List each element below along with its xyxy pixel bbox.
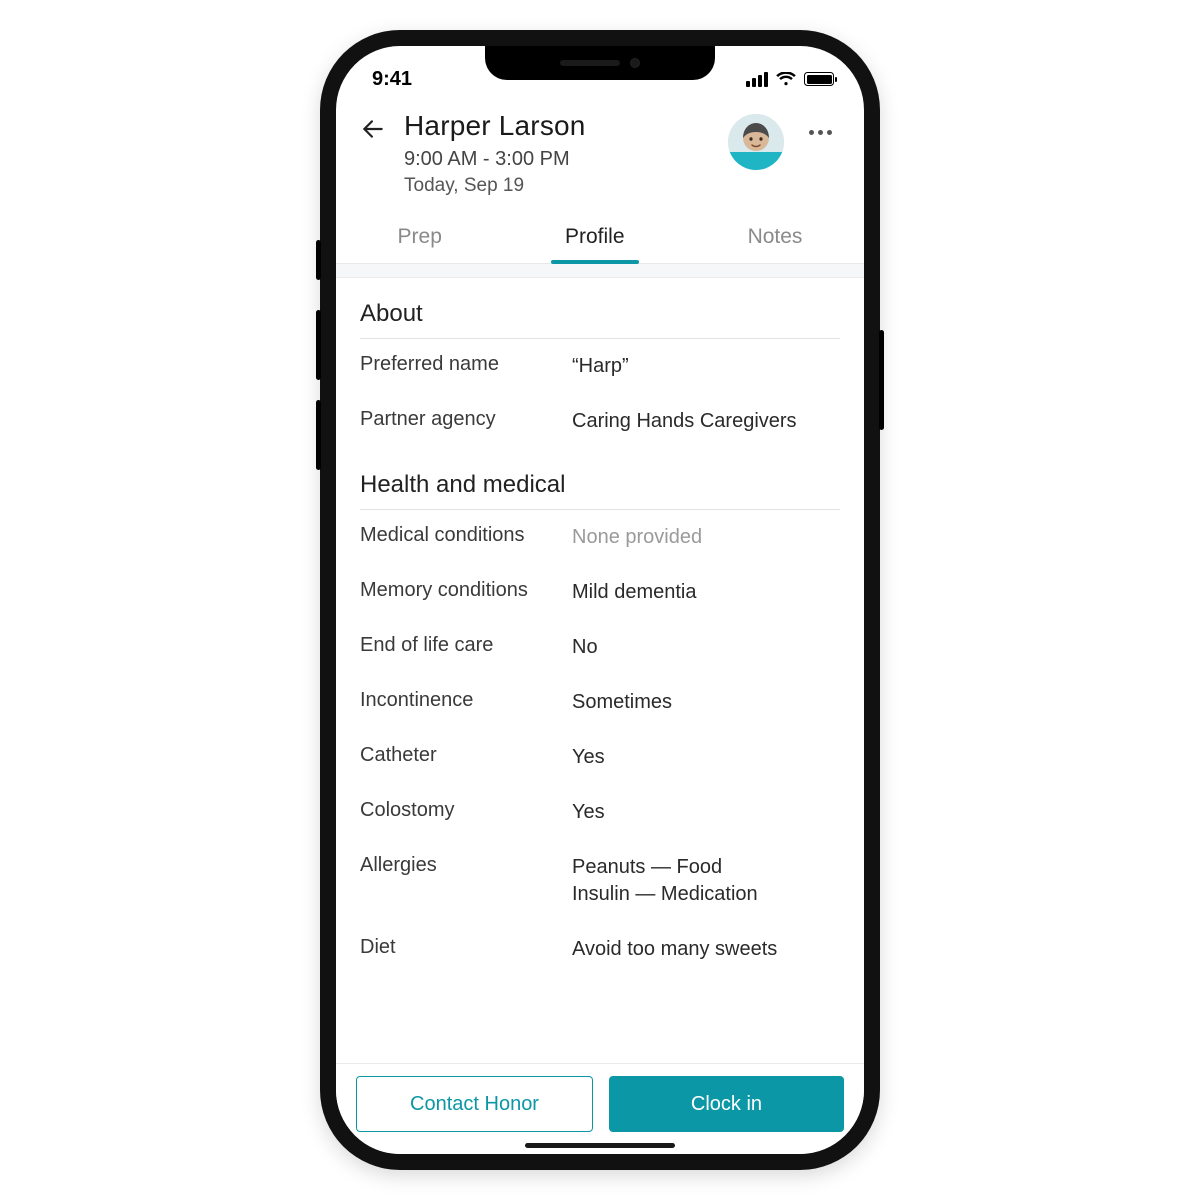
label-incontinence: Incontinence (360, 689, 560, 712)
value-incontinence: Sometimes (572, 689, 840, 716)
row-colostomy: Colostomy Yes (360, 785, 840, 840)
notch (485, 46, 715, 80)
value-diet: Avoid too many sweets (572, 936, 840, 963)
value-end-of-life-care: No (572, 634, 840, 661)
row-medical-conditions: Medical conditions None provided (360, 510, 840, 565)
label-end-of-life-care: End of life care (360, 634, 560, 657)
client-avatar[interactable] (728, 114, 784, 170)
battery-icon (804, 72, 834, 86)
visit-date: Today, Sep 19 (404, 175, 720, 197)
row-catheter: Catheter Yes (360, 730, 840, 785)
row-memory-conditions: Memory conditions Mild dementia (360, 565, 840, 620)
value-medical-conditions: None provided (572, 524, 840, 551)
label-medical-conditions: Medical conditions (360, 524, 560, 547)
contact-honor-button[interactable]: Contact Honor (356, 1076, 593, 1132)
tab-spacer (336, 264, 864, 278)
label-memory-conditions: Memory conditions (360, 579, 560, 602)
profile-content: About Preferred name “Harp” Partner agen… (336, 278, 864, 1063)
client-name: Harper Larson (404, 110, 720, 142)
row-partner-agency: Partner agency Caring Hands Caregivers (360, 394, 840, 449)
label-partner-agency: Partner agency (360, 408, 560, 431)
phone-frame: 9:41 Harper Larson 9:00 AM - 3:00 PM (320, 30, 880, 1170)
value-partner-agency: Caring Hands Caregivers (572, 408, 840, 435)
tab-profile[interactable]: Profile (557, 215, 633, 263)
label-catheter: Catheter (360, 744, 560, 767)
status-time: 9:41 (372, 68, 412, 91)
section-about-title: About (360, 300, 840, 328)
value-memory-conditions: Mild dementia (572, 579, 840, 606)
visit-time-range: 9:00 AM - 3:00 PM (404, 148, 720, 171)
bottom-action-bar: Contact Honor Clock in (336, 1063, 864, 1154)
clock-in-button[interactable]: Clock in (609, 1076, 844, 1132)
value-allergies: Peanuts — Food Insulin — Medication (572, 854, 840, 908)
more-options-button[interactable] (800, 110, 840, 140)
label-diet: Diet (360, 936, 560, 959)
value-catheter: Yes (572, 744, 840, 771)
back-button[interactable] (360, 110, 396, 147)
row-end-of-life-care: End of life care No (360, 620, 840, 675)
row-preferred-name: Preferred name “Harp” (360, 339, 840, 394)
label-allergies: Allergies (360, 854, 560, 877)
tab-prep[interactable]: Prep (390, 215, 450, 263)
row-diet: Diet Avoid too many sweets (360, 922, 840, 977)
home-indicator (525, 1143, 675, 1148)
more-icon (809, 130, 832, 135)
row-incontinence: Incontinence Sometimes (360, 675, 840, 730)
wifi-icon (776, 72, 796, 86)
label-colostomy: Colostomy (360, 799, 560, 822)
value-preferred-name: “Harp” (572, 353, 840, 380)
cellular-signal-icon (746, 72, 768, 87)
value-colostomy: Yes (572, 799, 840, 826)
tab-notes[interactable]: Notes (740, 215, 811, 263)
section-health-title: Health and medical (360, 471, 840, 499)
label-preferred-name: Preferred name (360, 353, 560, 376)
row-allergies: Allergies Peanuts — Food Insulin — Medic… (360, 840, 840, 922)
tabs: Prep Profile Notes (336, 215, 864, 264)
